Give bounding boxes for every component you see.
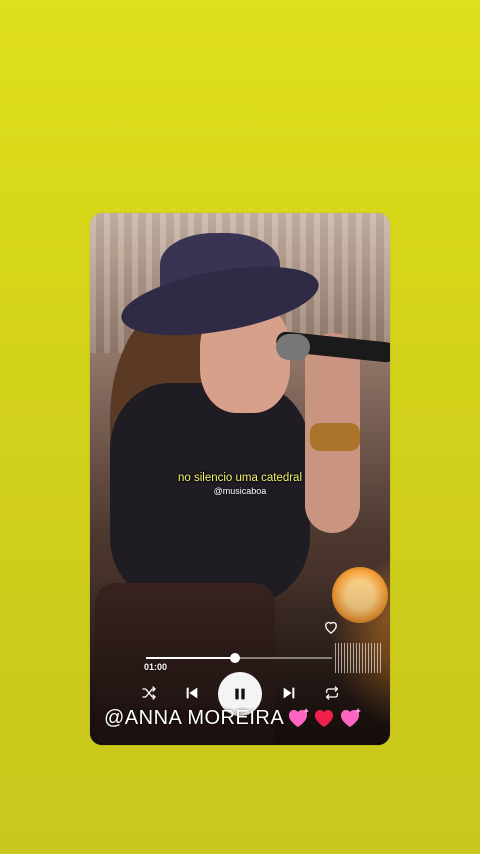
shuffle-icon[interactable]	[139, 683, 159, 703]
next-icon[interactable]	[279, 683, 299, 703]
current-time: 01:00	[144, 662, 168, 672]
channel-handle: @musicaboa	[213, 486, 267, 496]
waveform	[335, 643, 383, 673]
heart-outline-icon[interactable]	[322, 618, 340, 636]
repeat-icon[interactable]	[322, 683, 342, 703]
sparkling-heart-icon	[288, 708, 309, 727]
microphone-head	[276, 334, 310, 360]
progress-fill	[146, 657, 236, 659]
red-heart-icon	[314, 709, 334, 727]
video-card[interactable]: no silencio uma catedral @musicaboa 01:0…	[90, 213, 390, 745]
heart-emojis	[286, 707, 362, 729]
previous-icon[interactable]	[182, 683, 202, 703]
progress-bar[interactable]	[146, 653, 332, 663]
lyric-subtitle: no silencio uma catedral	[177, 472, 302, 484]
bracelet	[310, 423, 360, 451]
artist-caption: @ANNA MOREIRA	[104, 707, 285, 729]
sparkling-heart-icon	[340, 708, 361, 727]
